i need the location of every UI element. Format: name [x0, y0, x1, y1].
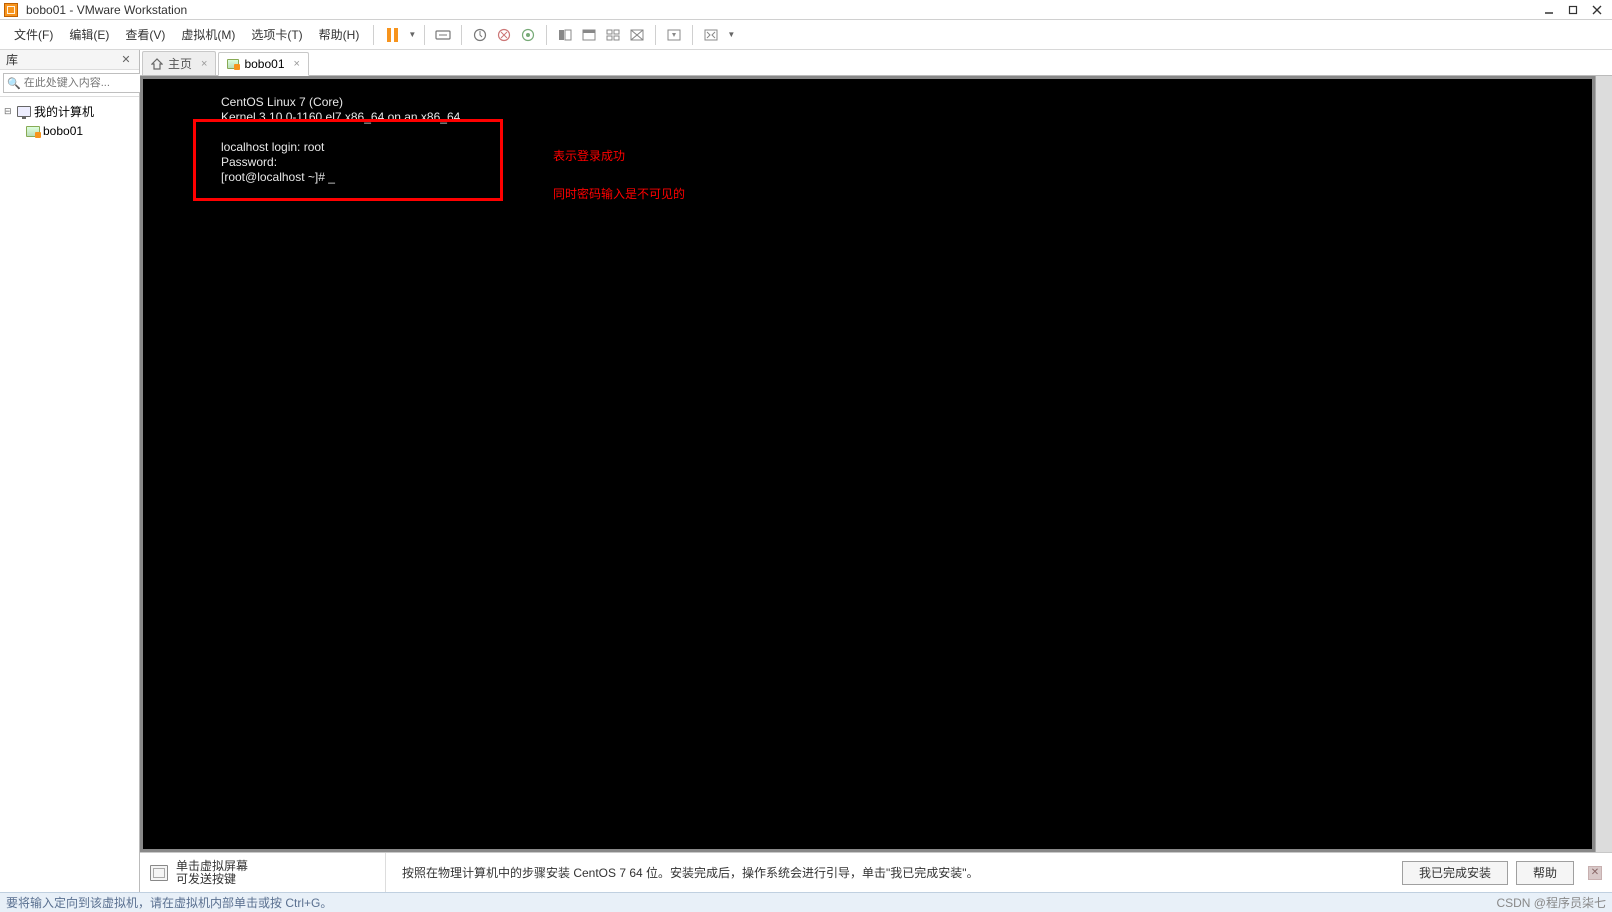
hint-left: 单击虚拟屏幕 可发送按键: [150, 853, 386, 892]
title-bar: bobo01 - VMware Workstation: [0, 0, 1612, 20]
send-ctrl-alt-del-icon[interactable]: [431, 23, 455, 47]
home-icon: [151, 58, 163, 70]
library-header: 库 ✕: [0, 50, 139, 70]
tree-root-label: 我的计算机: [34, 103, 94, 120]
install-help-button[interactable]: 帮助: [1516, 861, 1574, 885]
pause-dropdown[interactable]: ▼: [404, 23, 418, 47]
status-text: 要将输入定向到该虚拟机，请在虚拟机内部单击或按 Ctrl+G。: [6, 894, 332, 911]
tree-collapse-icon[interactable]: ⊟: [4, 106, 14, 117]
view-single-icon[interactable]: [553, 23, 577, 47]
vm-tab-icon: [227, 59, 239, 69]
annotation-line2: 同时密码输入是不可见的: [553, 175, 685, 213]
tab-home-label: 主页: [168, 55, 192, 72]
console-wrapper: CentOS Linux 7 (Core) Kernel 3.10.0-1160…: [140, 76, 1612, 852]
vm-icon: [26, 126, 40, 137]
tab-home[interactable]: 主页 ×: [142, 51, 216, 75]
close-button[interactable]: [1586, 2, 1608, 18]
view-unity-icon[interactable]: [625, 23, 649, 47]
maximize-button[interactable]: [1562, 2, 1584, 18]
library-tree: ⊟ 我的计算机 bobo01: [0, 97, 139, 892]
tree-root-my-computer[interactable]: ⊟ 我的计算机: [2, 101, 137, 122]
tab-vm-close-icon[interactable]: ×: [294, 58, 300, 70]
vm-console[interactable]: CentOS Linux 7 (Core) Kernel 3.10.0-1160…: [143, 79, 1592, 849]
window-controls: [1538, 2, 1608, 18]
pause-button[interactable]: [380, 23, 404, 47]
keyboard-hint-icon: [150, 865, 168, 881]
snapshot-take-icon[interactable]: [468, 23, 492, 47]
library-close-icon[interactable]: ✕: [119, 53, 133, 67]
snapshot-manage-icon[interactable]: [516, 23, 540, 47]
tab-home-close-icon[interactable]: ×: [201, 58, 207, 70]
library-title: 库: [6, 51, 119, 68]
annotation-text: 表示登录成功 同时密码输入是不可见的: [553, 137, 685, 213]
view-console-icon[interactable]: [577, 23, 601, 47]
menu-file[interactable]: 文件(F): [6, 22, 61, 47]
tree-vm-label: bobo01: [43, 124, 83, 138]
fullscreen-icon[interactable]: [662, 23, 686, 47]
menu-vm[interactable]: 虚拟机(M): [173, 22, 243, 47]
snapshot-revert-icon[interactable]: [492, 23, 516, 47]
menu-tabs[interactable]: 选项卡(T): [243, 22, 310, 47]
library-search-row: 🔍 ▼: [0, 70, 139, 97]
minimize-button[interactable]: [1538, 2, 1560, 18]
install-done-button[interactable]: 我已完成安装: [1402, 861, 1508, 885]
tab-vm-label: bobo01: [244, 57, 284, 71]
app-icon: [4, 3, 18, 17]
tree-vm-bobo01[interactable]: bobo01: [2, 122, 137, 140]
menu-bar: 文件(F) 编辑(E) 查看(V) 虚拟机(M) 选项卡(T) 帮助(H) ▼ …: [0, 20, 1612, 50]
hint-close-icon[interactable]: ✕: [1588, 866, 1602, 880]
main-area: 主页 × bobo01 × CentOS Linux 7 (Core) Kern…: [140, 50, 1612, 892]
stretch-icon[interactable]: [699, 23, 723, 47]
annotation-highlight-box: [193, 119, 503, 201]
stretch-dropdown[interactable]: ▼: [723, 23, 737, 47]
computer-icon: [17, 106, 31, 117]
hint-left-text: 单击虚拟屏幕 可发送按键: [176, 860, 248, 886]
watermark-text: CSDN @程序员柒七: [1496, 894, 1606, 911]
menu-view[interactable]: 查看(V): [117, 22, 173, 47]
console-scrollbar[interactable]: [1595, 76, 1612, 852]
hint-main-text: 按照在物理计算机中的步骤安装 CentOS 7 64 位。安装完成后，操作系统会…: [392, 864, 1396, 881]
tab-vm[interactable]: bobo01 ×: [218, 52, 308, 76]
menu-help[interactable]: 帮助(H): [311, 22, 368, 47]
view-thumbnail-icon[interactable]: [601, 23, 625, 47]
install-hint-bar: 单击虚拟屏幕 可发送按键 按照在物理计算机中的步骤安装 CentOS 7 64 …: [140, 852, 1612, 892]
search-icon: 🔍: [7, 77, 21, 90]
menu-edit[interactable]: 编辑(E): [61, 22, 117, 47]
window-title: bobo01 - VMware Workstation: [26, 3, 187, 17]
tab-bar: 主页 × bobo01 ×: [140, 50, 1612, 76]
library-sidebar: 库 ✕ 🔍 ▼ ⊟ 我的计算机 bobo01: [0, 50, 140, 892]
status-bar: 要将输入定向到该虚拟机，请在虚拟机内部单击或按 Ctrl+G。 CSDN @程序…: [0, 892, 1612, 912]
annotation-line1: 表示登录成功: [553, 137, 685, 175]
